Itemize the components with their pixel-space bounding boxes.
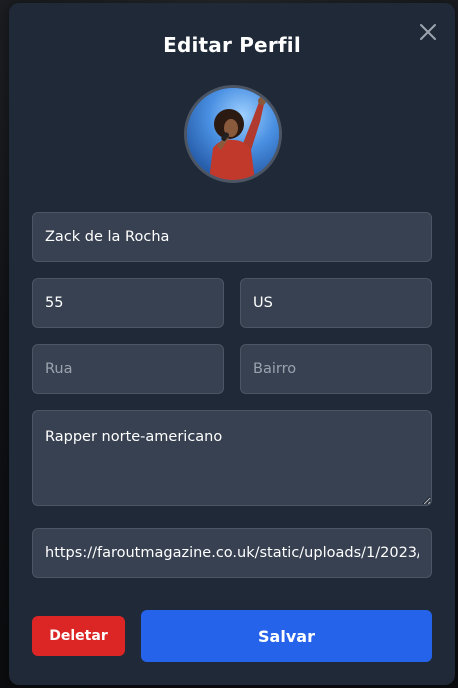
age-input[interactable]	[32, 278, 224, 328]
country-input[interactable]	[240, 278, 432, 328]
save-button[interactable]: Salvar	[141, 610, 432, 662]
delete-button[interactable]: Deletar	[32, 616, 125, 656]
photo-url-input[interactable]	[32, 528, 432, 578]
name-input[interactable]	[32, 212, 432, 262]
modal-title: Editar Perfil	[163, 33, 301, 57]
street-input[interactable]	[32, 344, 224, 394]
district-input[interactable]	[240, 344, 432, 394]
edit-profile-modal: Editar Perfil Zack de la Rocha 55 US Rua…	[9, 3, 455, 685]
bio-textarea[interactable]: Rapper norte-americano	[32, 410, 432, 506]
avatar[interactable]	[184, 85, 282, 183]
profile-photo-icon	[187, 88, 279, 180]
